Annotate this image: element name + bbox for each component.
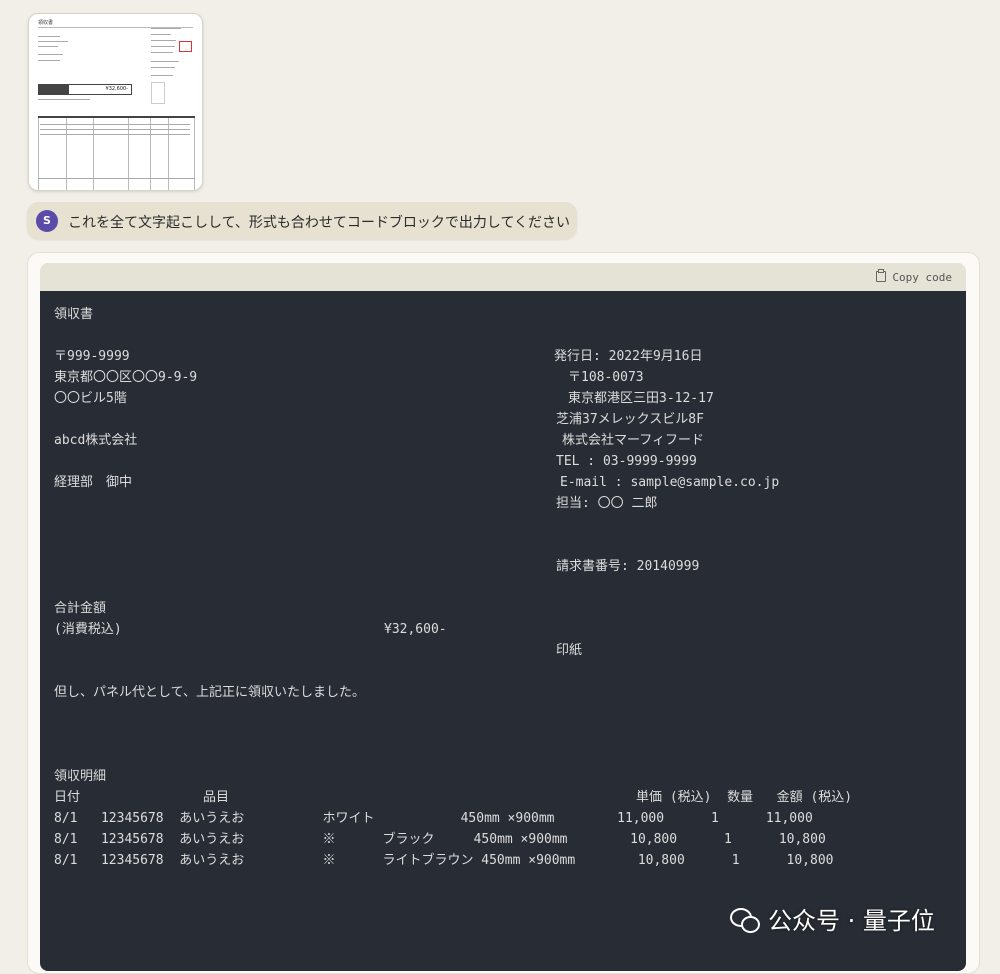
thumbnail-line [38, 60, 60, 61]
code-line-address2: 〇〇ビル5階 [54, 391, 127, 406]
code-line-issuer-postal: 〒108-0073 [568, 370, 644, 385]
user-avatar: S [36, 210, 58, 232]
thumbnail-line [38, 178, 195, 179]
thumbnail-amount-label [39, 85, 69, 94]
thumbnail-line [40, 124, 190, 125]
code-line-issuer-email: E-mail : sample@sample.co.jp [560, 475, 780, 490]
thumbnail-line [151, 46, 175, 47]
code-line-row2: 8/1 12345678 あいうえお ※ ブラック 450mm ×900mm 1… [54, 832, 826, 847]
code-line-row1: 8/1 12345678 あいうえお ホワイト 450mm ×900mm 11,… [54, 811, 813, 826]
code-block [40, 291, 966, 971]
thumbnail-line [38, 99, 90, 100]
code-line-header-date: 日付 [54, 790, 81, 805]
clipboard-icon [876, 269, 887, 282]
code-line-title: 領収書 [54, 307, 94, 322]
user-message: S これを全て文字起こしして、形式も合わせてコードブロックで出力してください [27, 202, 577, 239]
thumbnail-line [151, 34, 171, 35]
thumbnail-col [194, 118, 195, 190]
thumbnail-line [151, 61, 179, 62]
thumbnail-title: 領収書 [38, 20, 54, 26]
code-line-tax-label: (消費税込) [54, 622, 122, 637]
thumbnail-stamp [179, 41, 192, 52]
thumbnail-line [38, 36, 60, 37]
watermark-text: 公众号 · 量子位 [768, 907, 935, 935]
code-line-issuer-tel: TEL : 03-9999-9999 [556, 454, 697, 469]
thumbnail-line [151, 40, 176, 41]
wechat-icon [730, 908, 760, 933]
thumbnail-line [151, 75, 173, 76]
code-line-issue-date: 発行日: 2022年9月16日 [554, 349, 703, 364]
code-line-company: abcd株式会社 [54, 433, 138, 448]
code-line-issuer-company: 株式会社マーフィフード [562, 433, 704, 448]
code-line-address1: 東京都〇〇区〇〇9-9-9 [54, 370, 198, 385]
code-line-detail-title: 領収明細 [54, 769, 107, 784]
code-line-total-label: 合計金額 [54, 601, 107, 616]
thumbnail-line [151, 52, 173, 53]
thumbnail-line [151, 67, 175, 68]
thumbnail-table [38, 116, 195, 190]
thumbnail-line [40, 129, 190, 130]
code-line-issuer-person: 担当: 〇〇 二郎 [556, 496, 658, 511]
copy-code-button[interactable]: Copy code [876, 269, 952, 284]
code-line-row3: 8/1 12345678 あいうえお ※ ライトブラウン 450mm ×900m… [54, 853, 834, 868]
code-line-issuer-address2: 芝浦37メレックスビル8F [556, 412, 704, 427]
thumbnail-amount: ¥32,600- [105, 86, 128, 92]
thumbnail-line [38, 41, 68, 42]
code-block-header: Copy code [40, 263, 966, 293]
user-message-text: これを全て文字起こしして、形式も合わせてコードブロックで出力してください [68, 215, 571, 231]
code-line-postal: 〒999-9999 [54, 349, 130, 364]
code-line-total-value: ¥32,600- [384, 622, 447, 637]
copy-code-label: Copy code [892, 271, 952, 284]
code-line-issuer-address1: 東京都港区三田3-12-17 [568, 391, 714, 406]
thumbnail-line [38, 54, 63, 55]
code-line-note: 但し、パネル代として、上記正に領収いたしました。 [54, 685, 365, 700]
attachment-thumbnail[interactable]: 領収書 ¥32,600- [28, 13, 203, 191]
thumbnail-line [40, 134, 190, 135]
code-line-header-right: 単価 (税込) 数量 金額 (税込) [636, 790, 853, 805]
watermark: 公众号 · 量子位 [730, 901, 935, 937]
code-line-dept: 経理部 御中 [54, 475, 133, 490]
code-line-stamp: 印紙 [556, 643, 583, 658]
code-line-invoice-no: 請求書番号: 20140999 [556, 559, 700, 574]
thumbnail-stamp-box [151, 82, 165, 104]
thumbnail-col [38, 118, 39, 190]
thumbnail-line [38, 46, 58, 47]
code-line-header-item: 品目 [203, 790, 230, 805]
thumbnail-amount-box: ¥32,600- [38, 84, 132, 95]
thumbnail-line [151, 28, 181, 29]
